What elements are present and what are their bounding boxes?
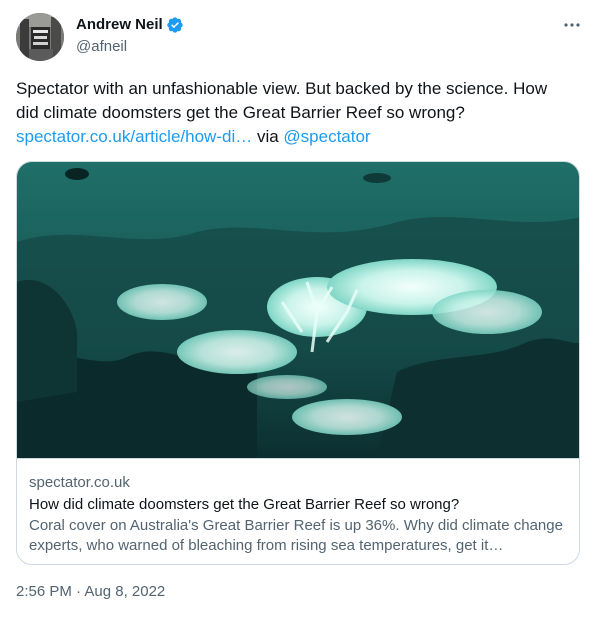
card-domain: spectator.co.uk [29,474,130,491]
article-link[interactable]: spectator.co.uk/article/how-di… [16,127,252,146]
card-image[interactable] [17,162,579,458]
more-options-icon [564,23,580,27]
verified-badge-icon[interactable] [166,16,184,34]
mention-link[interactable]: @spectator [283,127,370,146]
card-meta: spectator.co.uk How did climate doomster… [17,458,579,564]
author-block: Andrew Neil @afneil [76,14,184,57]
more-options-button[interactable] [561,14,583,36]
avatar[interactable] [16,13,64,61]
coral-reef-image [17,162,579,458]
tweet-text: Spectator with an unfashionable view. Bu… [16,77,582,149]
card-title: How did climate doomsters get the Great … [29,496,460,513]
link-preview-card[interactable]: spectator.co.uk How did climate doomster… [16,161,580,565]
tweet-link-line: spectator.co.uk/article/how-di… via @spe… [16,125,582,149]
name-row: Andrew Neil [76,14,184,36]
handle[interactable]: @afneil [76,37,184,57]
timestamp[interactable]: 2:56 PM · Aug 8, 2022 [16,582,165,602]
tweet-text-line-2: did climate doomsters get the Great Barr… [16,103,465,122]
profile-photo-icon [16,13,64,61]
via-text: via [252,127,284,146]
display-name[interactable]: Andrew Neil [76,15,163,35]
card-description: Coral cover on Australia's Great Barrier… [29,517,563,554]
tweet-text-line-1: Spectator with an unfashionable view. Bu… [16,79,548,98]
tweet: Andrew Neil @afneil Spectator with an un… [0,0,601,618]
